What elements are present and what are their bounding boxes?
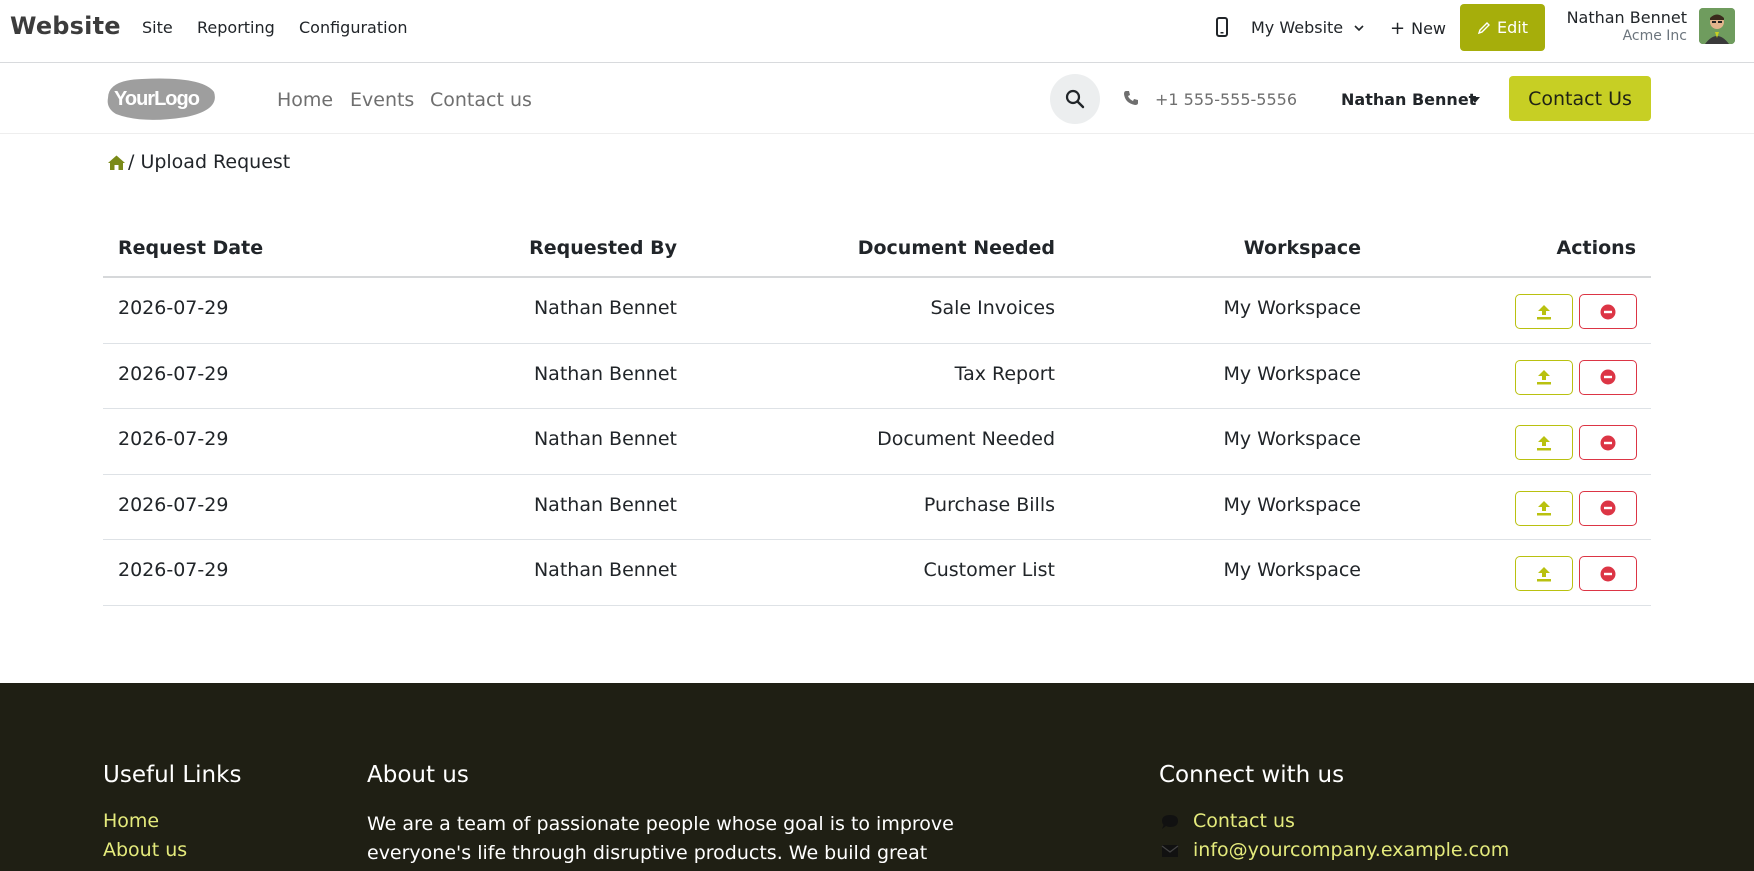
cell-document-needed: Document Needed (877, 428, 1055, 450)
footer-link-contact-us[interactable]: Contact us (1193, 810, 1295, 832)
plus-icon: + (1390, 18, 1406, 39)
table-header: Request Date Requested By Document Neede… (103, 222, 1651, 278)
footer-link-email[interactable]: info@yourcompany.example.com (1193, 839, 1509, 861)
footer-link-home[interactable]: Home (103, 810, 159, 832)
minus-circle-icon (1600, 566, 1616, 581)
table-row: 2026-07-29 Nathan Bennet Document Needed… (103, 409, 1651, 475)
phone-number[interactable]: +1 555-555-5556 (1155, 90, 1297, 109)
avatar[interactable] (1699, 8, 1735, 44)
admin-menu-configuration[interactable]: Configuration (299, 18, 408, 37)
cell-requested-by: Nathan Bennet (533, 559, 677, 581)
app-brand[interactable]: Website (10, 12, 121, 40)
minus-circle-icon (1600, 500, 1616, 516)
upload-requests-table: Request Date Requested By Document Neede… (103, 222, 1651, 606)
site-header: YourLogo Home Events Contact us +1 555-5… (0, 64, 1754, 134)
upload-button[interactable] (1515, 556, 1573, 591)
envelope-icon (1161, 845, 1179, 857)
cell-document-needed: Customer List (923, 559, 1055, 581)
minus-circle-icon (1600, 369, 1616, 385)
cell-workspace: My Workspace (1223, 297, 1361, 319)
header-request-date: Request Date (118, 237, 264, 259)
footer-link-about-us[interactable]: About us (103, 839, 187, 861)
header-requested-by: Requested By (529, 237, 677, 259)
remove-button[interactable] (1579, 425, 1637, 460)
cell-workspace: My Workspace (1223, 428, 1361, 450)
cell-workspace: My Workspace (1223, 559, 1361, 581)
site-logo[interactable]: YourLogo (102, 74, 218, 122)
cell-request-date: 2026-07-29 (118, 493, 229, 516)
cell-document-needed: Sale Invoices (930, 297, 1055, 319)
table-row: 2026-07-29 Nathan Bennet Tax Report My W… (103, 344, 1651, 409)
upload-icon (1537, 304, 1551, 319)
edit-button-label: Edit (1497, 18, 1528, 37)
cell-request-date: 2026-07-29 (118, 362, 229, 385)
cell-requested-by: Nathan Bennet (533, 493, 677, 516)
site-footer: Useful Links Home About us About us We a… (0, 683, 1754, 871)
website-selector[interactable]: My Website (1251, 18, 1343, 37)
admin-menu-reporting[interactable]: Reporting (197, 18, 275, 37)
admin-user-company: Acme Inc (1622, 28, 1687, 44)
cell-requested-by: Nathan Bennet (533, 362, 677, 385)
upload-button[interactable] (1515, 490, 1573, 526)
phone-icon (1124, 91, 1138, 105)
header-actions: Actions (1556, 237, 1636, 259)
search-icon (1065, 89, 1085, 109)
table-row: 2026-07-29 Nathan Bennet Customer List M… (103, 540, 1651, 606)
upload-icon (1537, 501, 1551, 516)
search-button[interactable] (1050, 74, 1100, 124)
admin-user-name[interactable]: Nathan Bennet (1567, 8, 1687, 27)
new-button-label: New (1411, 19, 1446, 38)
cell-requested-by: Nathan Bennet (533, 428, 677, 450)
upload-button[interactable] (1515, 425, 1573, 460)
new-button[interactable]: + New (1390, 18, 1446, 39)
minus-circle-icon (1600, 304, 1616, 319)
chevron-down-icon[interactable] (1353, 22, 1365, 34)
table-row: 2026-07-29 Nathan Bennet Sale Invoices M… (103, 278, 1651, 344)
home-icon[interactable] (107, 154, 126, 171)
upload-icon (1537, 435, 1551, 450)
logo-text: YourLogo (114, 88, 200, 110)
upload-icon (1537, 370, 1551, 385)
breadcrumb-current: / Upload Request (128, 151, 291, 173)
comment-icon (1162, 815, 1178, 829)
cell-document-needed: Tax Report (954, 362, 1055, 385)
user-dropdown[interactable]: Nathan Bennet (1341, 90, 1476, 109)
footer-about-text: We are a team of passionate people whose… (367, 813, 954, 864)
cell-request-date: 2026-07-29 (118, 559, 229, 581)
remove-button[interactable] (1579, 490, 1637, 526)
nav-contact-us[interactable]: Contact us (430, 89, 532, 111)
upload-button[interactable] (1515, 294, 1573, 329)
nav-home[interactable]: Home (277, 89, 333, 111)
header-workspace: Workspace (1243, 237, 1361, 259)
cell-workspace: My Workspace (1223, 362, 1361, 385)
cell-requested-by: Nathan Bennet (533, 297, 677, 319)
upload-icon (1537, 566, 1551, 581)
table-row: 2026-07-29 Nathan Bennet Purchase Bills … (103, 475, 1651, 540)
cell-document-needed: Purchase Bills (923, 493, 1055, 516)
cell-workspace: My Workspace (1223, 493, 1361, 516)
nav-events[interactable]: Events (350, 89, 414, 111)
pencil-icon (1477, 21, 1490, 34)
remove-button[interactable] (1579, 556, 1637, 591)
admin-navbar: Website Site Reporting Configuration My … (0, 0, 1754, 63)
admin-menu-site[interactable]: Site (142, 18, 173, 37)
contact-us-button[interactable]: Contact Us (1509, 76, 1651, 121)
footer-useful-links-title: Useful Links (103, 762, 242, 788)
cell-request-date: 2026-07-29 (118, 428, 229, 450)
header-document-needed: Document Needed (857, 237, 1055, 259)
footer-about-title: About us (367, 762, 469, 788)
footer-connect-title: Connect with us (1159, 762, 1345, 788)
remove-button[interactable] (1579, 359, 1637, 395)
minus-circle-icon (1600, 435, 1616, 450)
edit-button[interactable]: Edit (1460, 4, 1545, 51)
mobile-icon[interactable] (1213, 17, 1231, 37)
user-avatar-image (1699, 8, 1735, 44)
cell-request-date: 2026-07-29 (118, 297, 229, 319)
breadcrumb: / Upload Request (107, 151, 290, 173)
remove-button[interactable] (1579, 294, 1637, 329)
upload-button[interactable] (1515, 359, 1573, 395)
caret-down-icon[interactable] (1470, 97, 1480, 103)
